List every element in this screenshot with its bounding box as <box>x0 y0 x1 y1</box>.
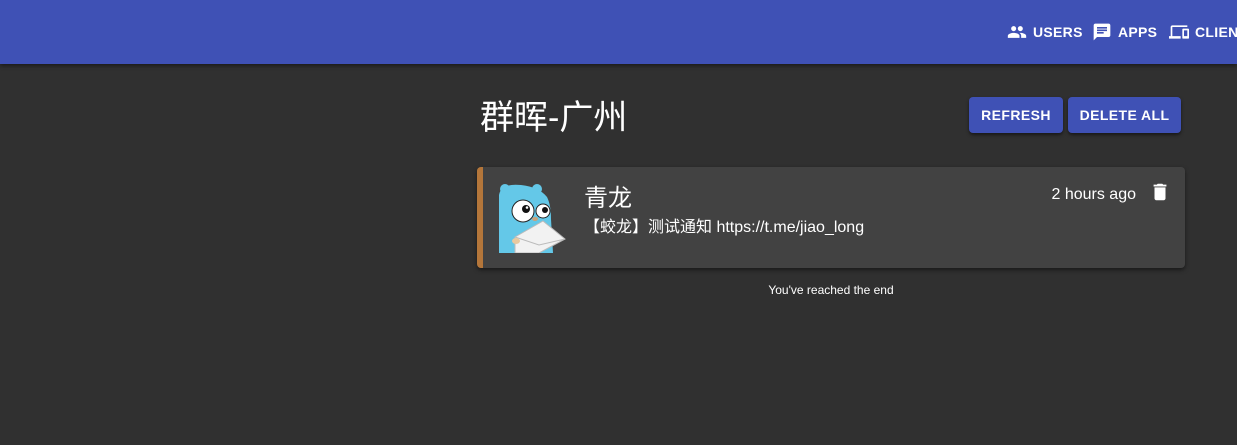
trash-icon[interactable] <box>1149 181 1171 203</box>
devices-icon <box>1169 22 1189 42</box>
message-timestamp: 2 hours ago <box>1051 186 1136 203</box>
app-bar: USERS APPS CLIEN <box>0 0 1237 64</box>
chat-icon <box>1092 22 1112 42</box>
end-of-list-note: You've reached the end <box>768 283 894 297</box>
priority-bar <box>477 167 483 268</box>
nav-clients-label: CLIEN <box>1195 24 1237 40</box>
nav-users-label: USERS <box>1033 24 1083 40</box>
refresh-button[interactable]: Refresh <box>969 97 1063 133</box>
message-body: 【蛟龙】测试通知 https://t.me/jiao_long <box>584 219 865 236</box>
users-icon <box>1007 22 1027 42</box>
page-title: 群晖-广州 <box>480 99 628 137</box>
message-card: 青龙 【蛟龙】测试通知 https://t.me/jiao_long 2 hou… <box>477 167 1185 268</box>
nav-apps-button[interactable]: APPS <box>1092 0 1157 64</box>
message-title: 青龙 <box>584 185 632 212</box>
delete-all-button[interactable]: Delete All <box>1068 97 1181 133</box>
nav-apps-label: APPS <box>1118 24 1158 40</box>
nav-users-button[interactable]: USERS <box>1007 0 1083 64</box>
nav-clients-button[interactable]: CLIEN <box>1169 0 1237 64</box>
gopher-avatar <box>499 183 569 254</box>
